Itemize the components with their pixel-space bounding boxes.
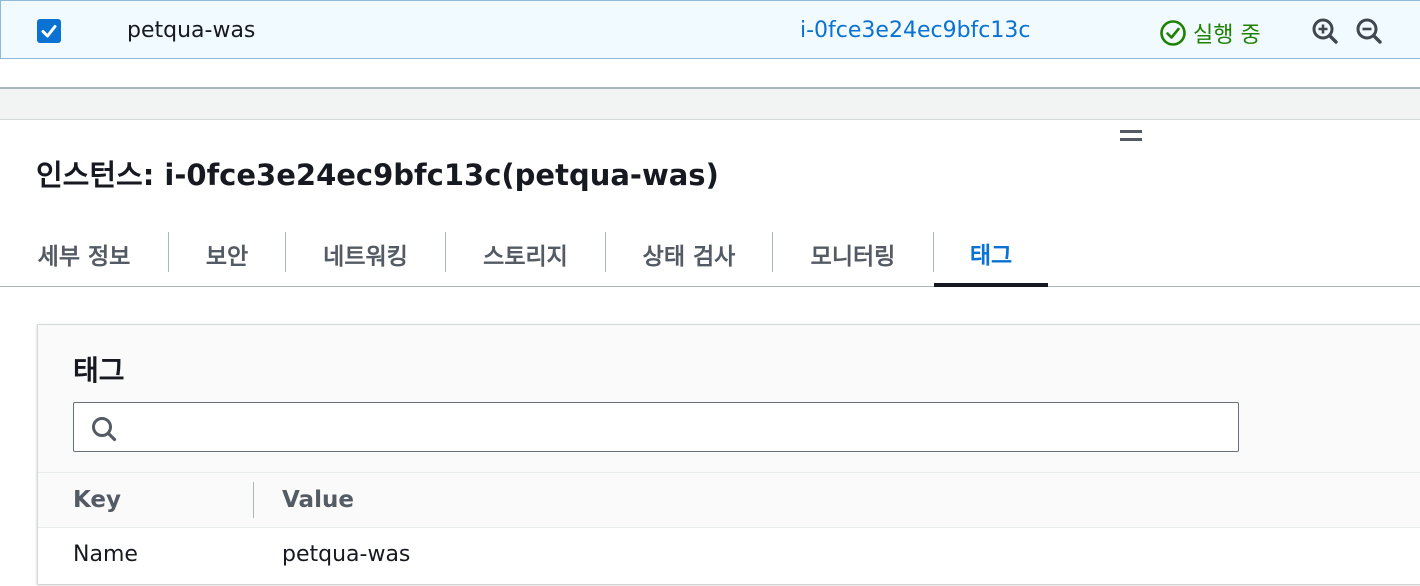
- drag-handle-icon[interactable]: [1120, 130, 1142, 144]
- search-icon: [90, 415, 118, 447]
- instance-row[interactable]: petqua-was i-0fce3e24ec9bfc13c 실행 중: [0, 0, 1420, 59]
- checkbox-checked-icon[interactable]: [37, 19, 61, 43]
- instance-name: petqua-was: [127, 18, 256, 43]
- status-check-circle-icon: [1160, 20, 1186, 46]
- tags-title: 태그: [73, 354, 125, 387]
- column-header-key[interactable]: Key: [73, 487, 121, 513]
- zoom-in-icon[interactable]: [1311, 17, 1339, 49]
- split-panel-divider[interactable]: [0, 87, 1420, 120]
- tab-bar: 세부 정보 보안 네트워킹 스토리지 상태 검사 모니터링 태그: [0, 222, 1420, 287]
- tags-search-field[interactable]: [73, 402, 1239, 452]
- column-header-value[interactable]: Value: [282, 487, 354, 513]
- tab-tags[interactable]: 태그: [934, 222, 1048, 287]
- page-title: 인스턴스: i-0fce3e24ec9bfc13c(petqua-was): [36, 158, 719, 192]
- table-spacer: [0, 59, 1420, 87]
- tab-details[interactable]: 세부 정보: [0, 222, 168, 286]
- tag-key-cell: Name: [73, 542, 138, 567]
- tab-monitoring[interactable]: 모니터링: [773, 222, 933, 286]
- zoom-out-icon[interactable]: [1355, 17, 1383, 49]
- tab-status-checks[interactable]: 상태 검사: [606, 222, 772, 286]
- tab-networking[interactable]: 네트워킹: [286, 222, 445, 286]
- tags-header: 태그: [38, 325, 1420, 472]
- instance-id-link[interactable]: i-0fce3e24ec9bfc13c: [800, 18, 1030, 43]
- tags-table-header: Key Value: [38, 472, 1420, 528]
- tag-value-cell: petqua-was: [282, 542, 411, 567]
- tab-storage[interactable]: 스토리지: [446, 222, 605, 286]
- column-resizer[interactable]: [253, 482, 254, 518]
- tab-security[interactable]: 보안: [169, 222, 285, 286]
- tags-container: 태그 Key Value Name petqua-was: [37, 324, 1420, 584]
- table-row: Name petqua-was: [38, 528, 1420, 584]
- instance-state-label: 실행 중: [1193, 23, 1261, 48]
- instance-state: 실행 중: [1159, 17, 1261, 49]
